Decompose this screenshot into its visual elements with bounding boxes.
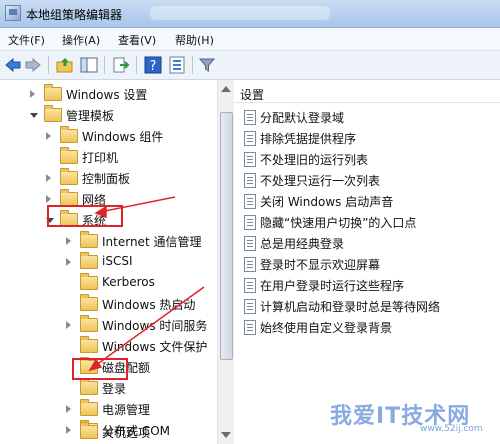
title-bar: 本地组策略编辑器 <box>0 0 500 28</box>
tree-node-label: Windows 时间服务 <box>102 319 208 333</box>
setting-label: 不处理只运行一次列表 <box>260 174 381 188</box>
export-list-icon[interactable] <box>112 56 130 74</box>
forward-icon[interactable] <box>24 56 42 74</box>
annotation-box-system <box>47 205 123 227</box>
expand-arrow-icon[interactable] <box>66 321 71 329</box>
folder-icon <box>80 399 98 416</box>
setting-label: 登录时不显示欢迎屏幕 <box>260 258 381 272</box>
expand-arrow-icon[interactable] <box>30 90 35 98</box>
setting-label: 不处理旧的运行列表 <box>260 153 369 167</box>
policy-setting-icon <box>244 257 256 272</box>
tree-node-label: Internet 通信管理 <box>102 235 202 249</box>
up-folder-icon[interactable] <box>56 56 74 74</box>
tree-node-label: Windows 热启动 <box>102 298 196 312</box>
properties-icon[interactable] <box>168 56 186 74</box>
policy-setting-icon <box>244 194 256 209</box>
toolbar-separator <box>104 56 105 74</box>
tree-node-label: iSCSI <box>102 254 133 268</box>
folder-icon <box>80 315 98 332</box>
toolbar-separator <box>192 56 193 74</box>
folder-icon <box>80 294 98 311</box>
folder-icon <box>60 189 78 206</box>
folder-icon <box>60 168 78 185</box>
tree-node-label: Windows 文件保护 <box>102 340 208 354</box>
watermark-url: www.52ij.com <box>420 424 483 434</box>
tree-node-label: 打印机 <box>82 151 119 165</box>
expand-arrow-icon[interactable] <box>66 426 71 434</box>
tree-node-label: 关机选项 <box>102 426 151 440</box>
policy-setting-icon <box>244 152 256 167</box>
menu-help[interactable]: 帮助(H) <box>175 32 214 48</box>
expand-arrow-icon[interactable] <box>66 405 71 413</box>
tree-node-label: Windows 组件 <box>82 130 164 144</box>
tree-node-label: 管理模板 <box>66 109 115 123</box>
expand-arrow-icon[interactable] <box>46 195 51 203</box>
setting-label: 隐藏“快速用户切换”的入口点 <box>260 216 417 230</box>
help-icon[interactable]: ? <box>144 56 162 74</box>
tree-pane[interactable]: Windows 设置 管理模板 Windows 组件 打印机 控制面板 网络 系… <box>0 80 217 444</box>
svg-text:?: ? <box>150 59 157 74</box>
tree-node-label: 控制面板 <box>82 172 131 186</box>
folder-icon <box>44 105 62 122</box>
expand-arrow-icon[interactable] <box>46 174 51 182</box>
setting-label: 关闭 Windows 启动声音 <box>260 195 394 209</box>
window-title: 本地组策略编辑器 <box>26 8 123 22</box>
folder-icon <box>60 126 78 143</box>
folder-icon <box>44 84 62 101</box>
setting-label: 总是用经典登录 <box>260 237 345 251</box>
tree-node-label: Kerberos <box>102 275 155 289</box>
filter-icon[interactable] <box>198 56 216 74</box>
folder-icon <box>80 336 98 353</box>
policy-setting-icon <box>244 320 256 335</box>
group-policy-app-icon <box>5 5 21 21</box>
tree-node-label: 登录 <box>102 382 127 396</box>
blurred-region <box>150 6 330 20</box>
menu-action[interactable]: 操作(A) <box>62 32 100 48</box>
back-icon[interactable] <box>4 56 22 74</box>
scroll-down-icon[interactable] <box>221 432 231 438</box>
policy-setting-icon <box>244 278 256 293</box>
policy-setting-icon <box>244 215 256 230</box>
folder-icon <box>80 273 98 290</box>
folder-icon <box>80 378 98 395</box>
folder-icon <box>80 252 98 269</box>
toolbar-separator <box>48 56 49 74</box>
setting-label: 在用户登录时运行这些程序 <box>260 279 405 293</box>
tree-node-label: 电源管理 <box>102 403 151 417</box>
folder-icon <box>80 422 98 439</box>
annotation-box-logon <box>72 358 128 380</box>
policy-setting-icon <box>244 110 256 125</box>
expand-arrow-icon[interactable] <box>66 237 71 245</box>
menu-file[interactable]: 文件(F) <box>8 32 45 48</box>
folder-icon <box>60 147 78 164</box>
setting-label: 分配默认登录域 <box>260 111 345 125</box>
tree-scrollbar[interactable] <box>217 80 234 444</box>
setting-label: 始终使用自定义登录背景 <box>260 321 393 335</box>
header-divider <box>234 102 500 103</box>
folder-icon <box>80 231 98 248</box>
settings-list-pane[interactable]: 设置 分配默认登录域 排除凭据提供程序 不处理旧的运行列表 不处理只运行一次列表… <box>234 80 500 444</box>
policy-setting-icon <box>244 173 256 188</box>
collapse-arrow-icon[interactable] <box>30 113 38 118</box>
toolbar: ? <box>0 51 500 80</box>
scroll-up-icon[interactable] <box>221 86 231 92</box>
menu-view[interactable]: 查看(V) <box>118 32 156 48</box>
settings-column-header[interactable]: 设置 <box>240 86 264 103</box>
setting-label: 计算机启动和登录时总是等待网络 <box>260 300 441 314</box>
show-hide-tree-icon[interactable] <box>80 56 98 74</box>
toolbar-separator <box>136 56 137 74</box>
expand-arrow-icon[interactable] <box>46 132 51 140</box>
menu-bar: 文件(F) 操作(A) 查看(V) 帮助(H) <box>0 28 500 51</box>
scroll-thumb[interactable] <box>220 112 233 360</box>
tree-node-label: Windows 设置 <box>66 88 148 102</box>
policy-setting-icon <box>244 299 256 314</box>
expand-arrow-icon[interactable] <box>66 258 71 266</box>
policy-setting-icon <box>244 131 256 146</box>
policy-setting-icon <box>244 236 256 251</box>
setting-label: 排除凭据提供程序 <box>260 132 357 146</box>
